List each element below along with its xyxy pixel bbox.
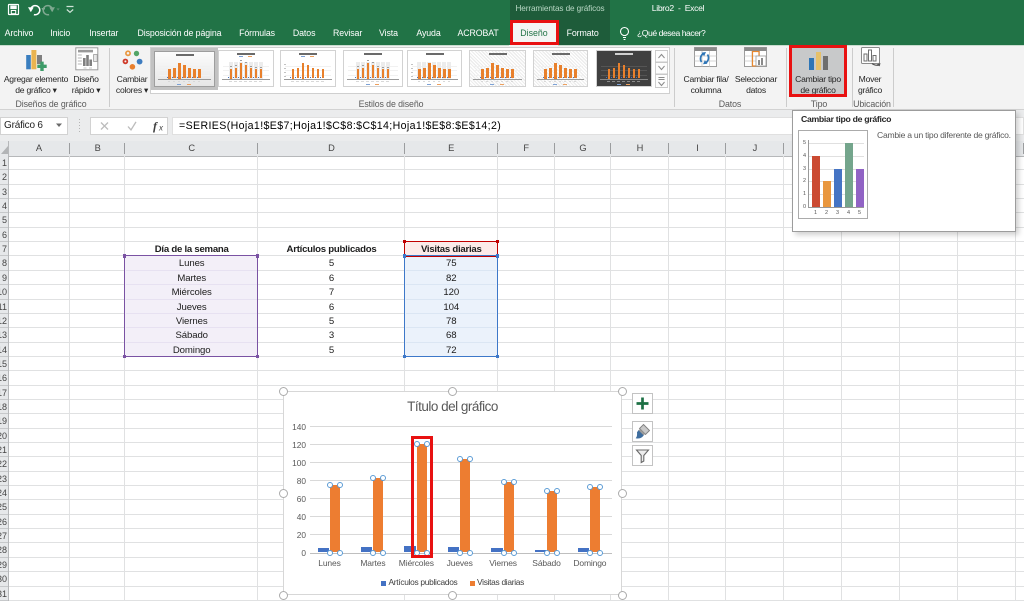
svg-text:f: f: [153, 119, 158, 133]
svg-text:x: x: [158, 124, 164, 133]
